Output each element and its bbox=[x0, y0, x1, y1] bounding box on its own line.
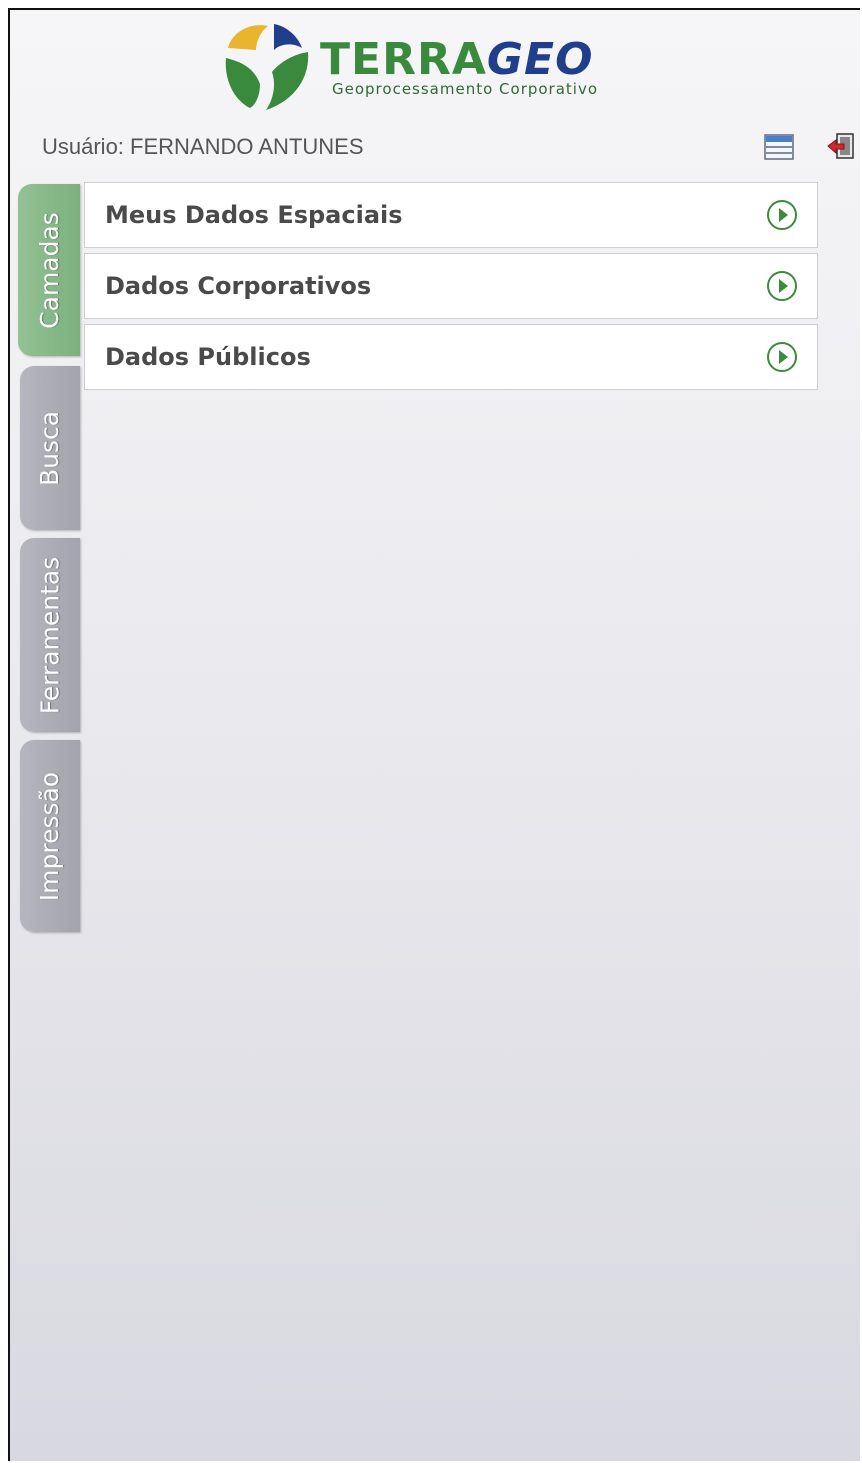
panel-toggle-icon[interactable] bbox=[764, 134, 794, 160]
terrageo-logo: TERRAGEO Geoprocessamento Corporativo bbox=[220, 18, 660, 118]
tab-ferramentas[interactable]: Ferramentas bbox=[20, 538, 80, 732]
globe-logo-icon bbox=[225, 24, 309, 110]
list-item-label: Meus Dados Espaciais bbox=[105, 201, 403, 229]
list-item-dados-corporativos[interactable]: Dados Corporativos bbox=[84, 253, 818, 319]
list-item-label: Dados Públicos bbox=[105, 343, 311, 371]
app-window: TERRAGEO Geoprocessamento Corporativo Us… bbox=[8, 8, 860, 1461]
play-circle-icon[interactable] bbox=[765, 340, 799, 374]
tab-busca[interactable]: Busca bbox=[20, 366, 80, 530]
play-circle-icon[interactable] bbox=[765, 198, 799, 232]
logo-subtitle: Geoprocessamento Corporativo bbox=[332, 80, 599, 98]
tab-camadas-label: Camadas bbox=[34, 211, 64, 329]
tab-ferramentas-label: Ferramentas bbox=[35, 556, 65, 714]
tab-impressao[interactable]: Impressão bbox=[20, 740, 80, 932]
tab-impressao-label: Impressão bbox=[35, 771, 65, 901]
list-item-dados-publicos[interactable]: Dados Públicos bbox=[84, 324, 818, 390]
play-circle-icon[interactable] bbox=[765, 269, 799, 303]
logout-icon[interactable] bbox=[826, 132, 856, 162]
list-item-meus-dados-espaciais[interactable]: Meus Dados Espaciais bbox=[84, 182, 818, 248]
tab-camadas[interactable]: Camadas bbox=[18, 184, 80, 356]
list-item-label: Dados Corporativos bbox=[105, 272, 372, 300]
user-label: Usuário: FERNANDO ANTUNES bbox=[42, 134, 364, 159]
layer-category-list: Meus Dados Espaciais Dados Corporativos … bbox=[84, 182, 818, 395]
tab-busca-label: Busca bbox=[35, 410, 65, 486]
logo-wordmark: TERRAGEO bbox=[320, 34, 594, 85]
